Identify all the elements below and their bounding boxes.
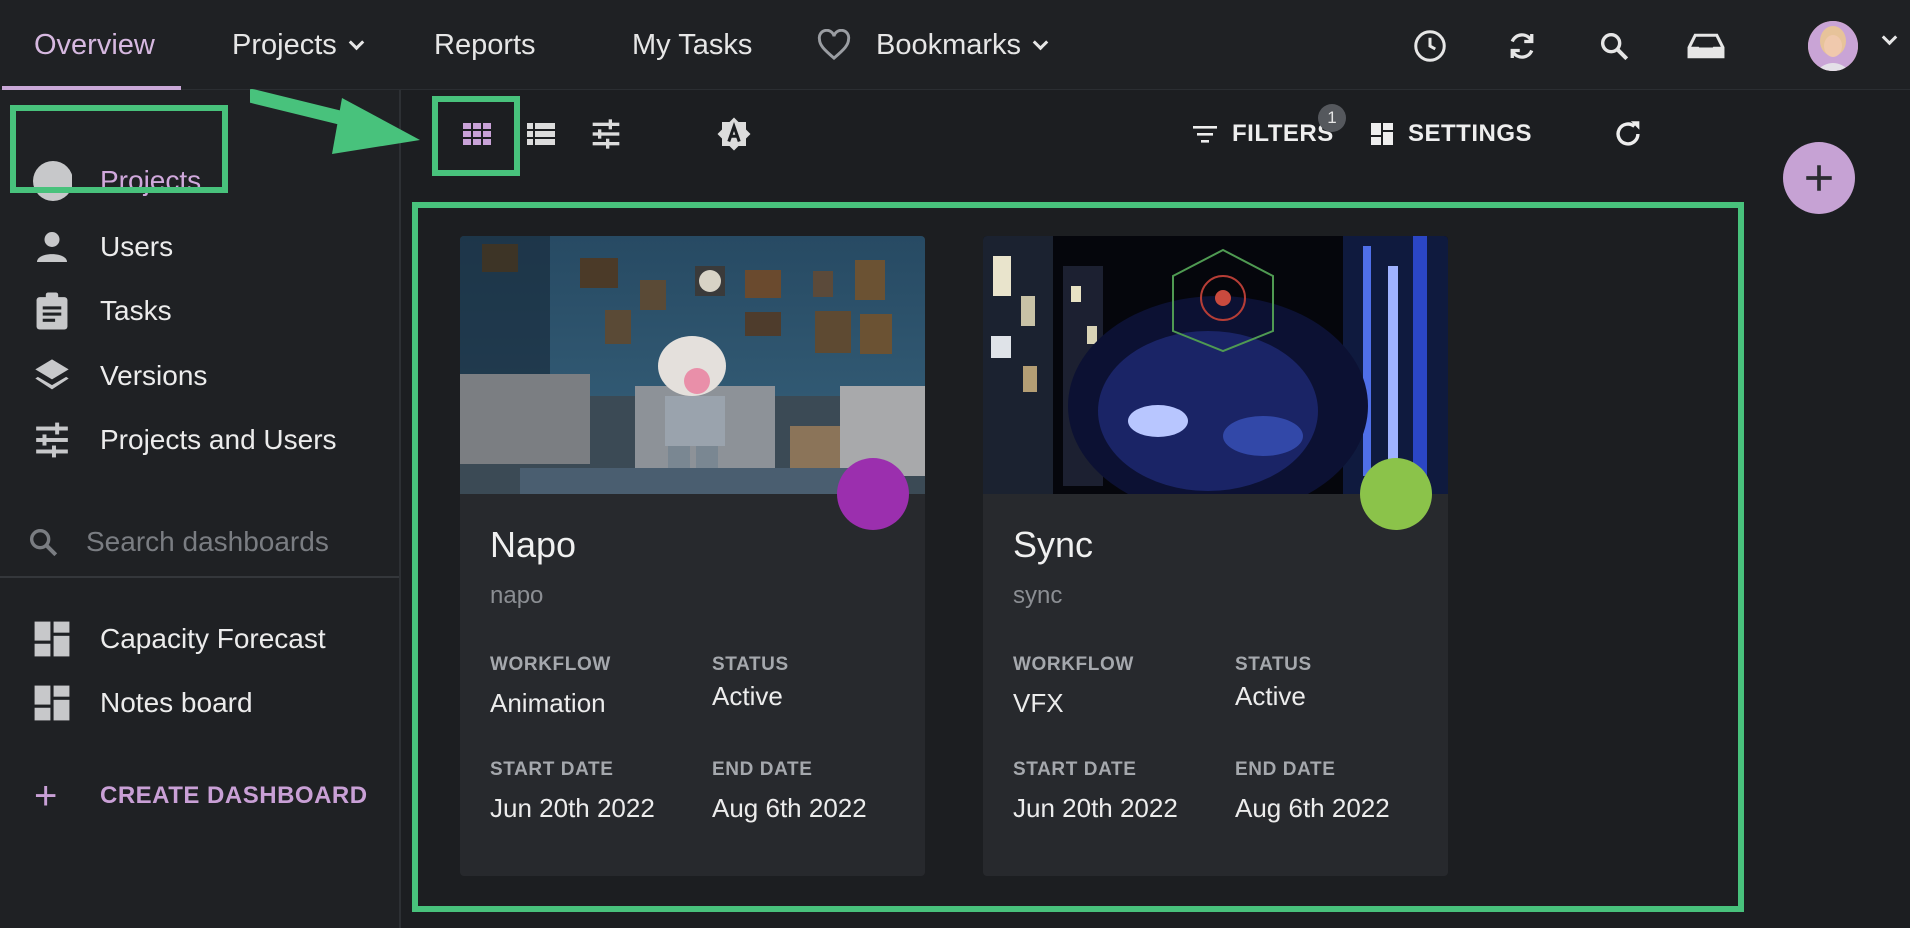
sidebar-item-label: Notes board [100,687,253,718]
search-icon [29,528,58,557]
filters-count-badge: 1 [1318,104,1346,132]
tune-view-button[interactable] [584,112,628,156]
sidebar-dashboard-capacity-forecast[interactable]: Capacity Forecast [0,609,399,669]
chevron-down-icon [1032,34,1049,50]
create-dashboard-button[interactable]: + CREATE DASHBOARD [0,766,399,826]
inbox-icon[interactable] [1686,26,1726,66]
project-name: Napo [490,524,577,565]
status-value: Active [1235,681,1306,711]
start-date-label: START DATE [490,759,614,780]
clipboard-icon [32,291,72,331]
grid-view-button[interactable] [455,112,499,156]
sidebar-item-label: Users [100,231,174,262]
add-project-button[interactable] [1783,142,1855,214]
project-card-napo[interactable]: Napo napo WORKFLOW Animation STATUS Acti… [460,236,925,876]
project-thumbnail [983,236,1448,494]
layers-icon [32,356,72,396]
workflow-label: WORKFLOW [490,654,611,675]
dashboard-icon [32,619,72,659]
start-date-label: START DATE [1013,759,1137,780]
sync-icon[interactable] [1502,26,1542,66]
status-label: STATUS [712,654,789,675]
end-date-value: Aug 6th 2022 [1235,793,1390,823]
sidebar-item-label: Versions [100,360,208,391]
plus-icon [1806,165,1832,191]
plus-icon: + [34,774,58,818]
sidebar-item-label: Projects [100,165,202,196]
sidebar-dashboard-notes-board[interactable]: Notes board [0,673,399,733]
chevron-down-icon [348,34,365,50]
status-label: STATUS [1235,654,1312,675]
dashboard-icon [1371,123,1393,145]
user-avatar[interactable] [1808,21,1858,71]
list-view-icon [527,123,555,145]
sidebar: Projects Users Tasks Versions Projects a… [0,90,401,928]
tune-icon [32,420,72,460]
nav-projects-menu[interactable]: Projects [232,0,365,90]
project-code: napo [490,582,544,609]
status-value: Active [712,681,783,711]
start-date-value: Jun 20th 2022 [490,793,655,823]
project-color-dot [837,458,909,530]
tune-icon [592,119,620,149]
refresh-icon [1616,121,1640,146]
nav-bookmarks-menu[interactable]: Bookmarks [816,0,1049,90]
grid-view-icon [463,123,491,145]
create-dashboard-label: CREATE DASHBOARD [100,782,368,809]
sidebar-item-label: Capacity Forecast [100,623,326,654]
search-dashboards-input[interactable] [86,522,376,562]
refresh-button[interactable] [1606,112,1650,156]
end-date-label: END DATE [1235,759,1336,780]
auto-theme-button[interactable] [712,112,756,156]
start-date-value: Jun 20th 2022 [1013,793,1178,823]
filters-button[interactable]: FILTERS [1192,110,1334,158]
heart-icon [817,29,851,61]
brightness-auto-icon [717,117,751,151]
project-name: Sync [1013,524,1094,565]
end-date-value: Aug 6th 2022 [712,793,867,823]
nav-overview[interactable]: Overview [34,0,155,90]
end-date-label: END DATE [712,759,813,780]
list-view-button[interactable] [519,112,563,156]
annotation-arrow-icon [250,89,420,154]
project-code: sync [1013,582,1063,609]
sidebar-item-tasks[interactable]: Tasks [0,281,399,341]
sidebar-item-label: Tasks [100,295,172,326]
project-color-dot [1360,458,1432,530]
workflow-value: Animation [490,688,606,718]
sidebar-item-projects-and-users[interactable]: Projects and Users [0,410,399,470]
workflow-value: VFX [1013,688,1064,718]
circle-icon [32,161,72,201]
nav-reports[interactable]: Reports [434,0,536,90]
sidebar-item-label: Projects and Users [100,424,337,455]
settings-button[interactable]: SETTINGS [1370,110,1532,158]
dashboard-search [0,512,399,572]
sidebar-item-users[interactable]: Users [0,217,399,277]
search-icon[interactable] [1594,26,1634,66]
project-thumbnail [460,236,925,494]
project-card-sync[interactable]: Sync sync WORKFLOW VFX STATUS Active STA… [983,236,1448,876]
chevron-down-icon[interactable] [1881,29,1898,46]
top-navigation-bar: Overview Projects Reports My Tasks Bookm… [0,0,1910,90]
nav-my-tasks[interactable]: My Tasks [632,0,752,90]
dashboard-icon [32,683,72,723]
person-icon [32,227,72,267]
sidebar-divider [0,576,399,578]
sidebar-item-versions[interactable]: Versions [0,346,399,406]
workflow-label: WORKFLOW [1013,654,1134,675]
history-icon[interactable] [1410,26,1450,66]
filter-icon [1193,126,1217,143]
sidebar-item-projects[interactable]: Projects [0,151,399,211]
